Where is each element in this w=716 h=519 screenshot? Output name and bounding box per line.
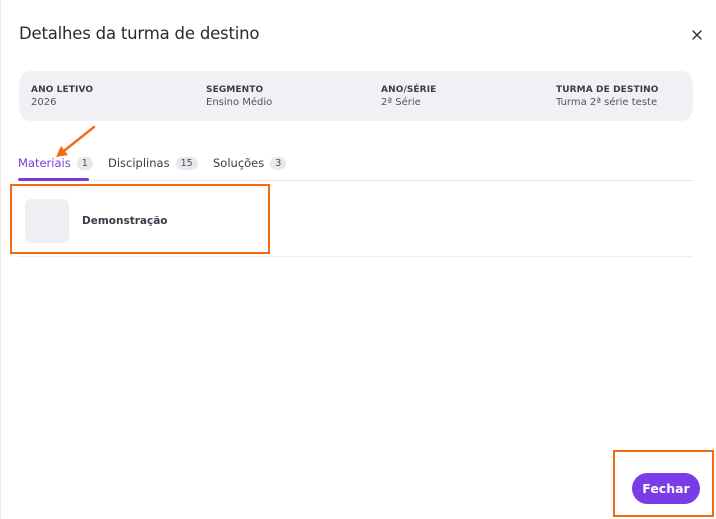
tab-label: Disciplinas [108, 156, 170, 170]
close-icon [692, 30, 702, 40]
info-segment: SEGMENTO Ensino Médio [206, 84, 272, 109]
fechar-button[interactable]: Fechar [632, 473, 700, 504]
tab-label: Materiais [18, 156, 71, 170]
item-thumbnail [25, 199, 69, 243]
class-info-panel: ANO LETIVO 2026 SEGMENTO Ensino Médio AN… [19, 71, 693, 121]
info-school-year: ANO LETIVO 2026 [31, 84, 93, 109]
info-value: 2026 [31, 97, 57, 108]
info-value: Turma 2ª série teste [556, 97, 658, 108]
tab-bar: Materiais 1 Disciplinas 15 Soluções 3 [18, 150, 693, 181]
info-value: Ensino Médio [206, 97, 273, 108]
modal-dialog: Detalhes da turma de destino ANO LETIVO … [0, 0, 716, 519]
info-label: ANO/SÉRIE [381, 85, 437, 95]
tab-count-badge: 1 [76, 157, 93, 170]
tab-materiais[interactable]: Materiais 1 [18, 150, 93, 181]
info-grade: ANO/SÉRIE 2ª Série [381, 84, 436, 109]
list-item[interactable]: Demonstração [18, 187, 693, 257]
info-label: ANO LETIVO [31, 85, 94, 95]
info-label: SEGMENTO [206, 85, 264, 95]
tab-solucoes[interactable]: Soluções 3 [213, 150, 287, 181]
info-label: TURMA DE DESTINO [556, 85, 659, 95]
tab-disciplinas[interactable]: Disciplinas 15 [108, 150, 198, 181]
info-value: 2ª Série [381, 97, 421, 108]
active-tab-indicator [18, 178, 89, 181]
dialog-title: Detalhes da turma de destino [19, 24, 260, 43]
tab-count-badge: 15 [175, 157, 198, 170]
tab-count-badge: 3 [270, 157, 287, 170]
item-title: Demonstração [82, 215, 168, 227]
tab-label: Soluções [213, 156, 265, 170]
info-target-class: TURMA DE DESTINO Turma 2ª série teste [556, 84, 659, 109]
close-button[interactable] [688, 26, 706, 44]
